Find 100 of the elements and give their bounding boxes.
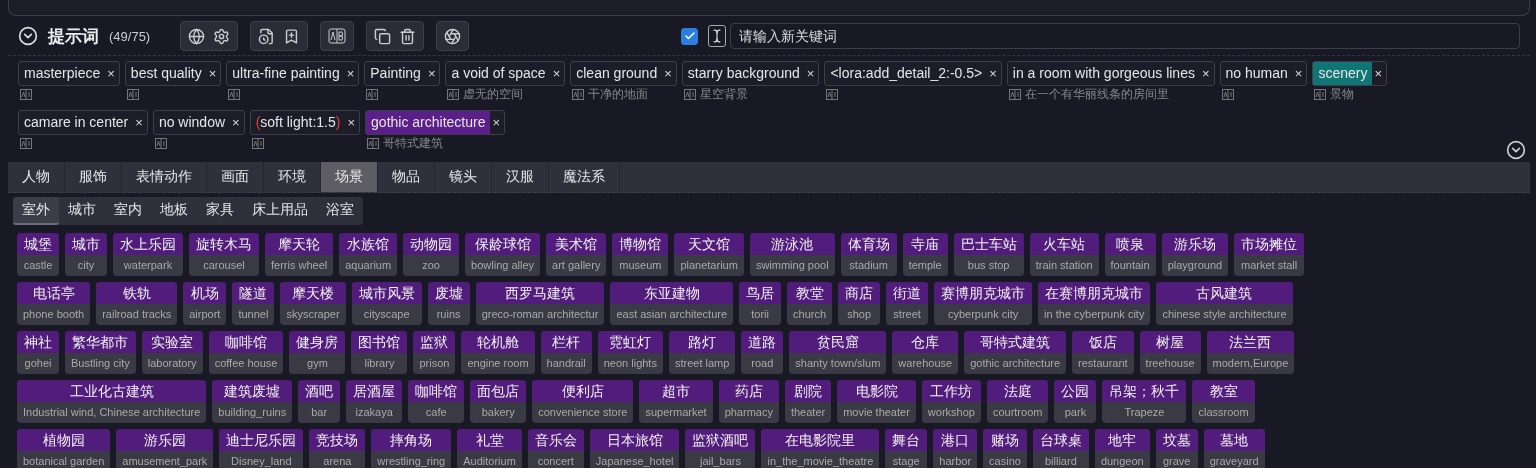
- keyword-chinese[interactable]: 台球桌: [1032, 429, 1089, 451]
- keyword-chinese[interactable]: 水族馆: [339, 233, 398, 255]
- keyword-english[interactable]: stage: [885, 451, 928, 468]
- keyword-english[interactable]: in_the_movie_theatre: [761, 451, 880, 468]
- keyword-chinese[interactable]: 游乐园: [116, 429, 214, 451]
- keyword-chinese[interactable]: 日本旅馆: [589, 429, 680, 451]
- keyword-english[interactable]: restaurant: [1072, 353, 1134, 374]
- keyword-english[interactable]: phone booth: [17, 304, 91, 325]
- keyword-chinese[interactable]: 东亚建物: [610, 282, 734, 304]
- category-tab[interactable]: 魔法系: [549, 162, 620, 192]
- keyword-chinese[interactable]: 监狱: [413, 331, 456, 353]
- remove-button[interactable]: ×: [230, 110, 244, 134]
- keyword-english[interactable]: shop: [838, 304, 881, 325]
- keyword-english[interactable]: building_ruins: [212, 402, 293, 423]
- keyword-english[interactable]: bakery: [470, 402, 527, 423]
- keyword-chinese[interactable]: 实验室: [141, 331, 203, 353]
- keyword-chinese[interactable]: 天文馆: [674, 233, 744, 255]
- prompt-tag[interactable]: gothic architecture ×: [365, 109, 506, 135]
- translate-icon[interactable]: [228, 89, 241, 100]
- keyword-english[interactable]: zoo: [403, 255, 460, 276]
- keyword-english[interactable]: theater: [784, 402, 832, 423]
- prompt-tag[interactable]: starry background ×: [681, 61, 820, 86]
- aperture-icon[interactable]: [444, 27, 462, 45]
- keyword-chinese[interactable]: 树屋: [1139, 331, 1201, 353]
- keyword-english[interactable]: greco-roman architectur: [475, 304, 605, 325]
- keyword-chinese[interactable]: 城堡: [17, 233, 59, 255]
- keyword-chinese[interactable]: 面包店: [470, 380, 527, 402]
- subcategory-tab[interactable]: 浴室: [317, 197, 363, 225]
- keyword-chinese[interactable]: 音乐会: [527, 429, 584, 451]
- prompt-tag[interactable]: scenery ×: [1312, 61, 1388, 86]
- translate-icon[interactable]: [1221, 89, 1234, 100]
- subcategory-tab[interactable]: 家具: [197, 197, 243, 225]
- translate-icon[interactable]: [447, 89, 460, 100]
- prompt-tag[interactable]: best quality ×: [124, 61, 222, 86]
- keyword-english[interactable]: swimming pool: [749, 255, 835, 276]
- prompt-tag[interactable]: a void of space ×: [445, 61, 566, 86]
- keyword-chinese[interactable]: 坟墓: [1155, 429, 1198, 451]
- copy-icon[interactable]: [374, 27, 392, 45]
- keyword-english[interactable]: library: [351, 353, 408, 374]
- keyword-english[interactable]: cityscape: [351, 304, 422, 325]
- keyword-english[interactable]: graveyard: [1203, 451, 1265, 468]
- text-cursor-icon[interactable]: [708, 25, 727, 47]
- keyword-chinese[interactable]: 市场摊位: [1234, 233, 1305, 255]
- remove-button[interactable]: ×: [133, 110, 147, 134]
- keyword-chinese[interactable]: 赛博朋克城市: [934, 282, 1033, 304]
- translate-icon[interactable]: [1314, 89, 1327, 100]
- category-tab[interactable]: 人物: [8, 162, 65, 192]
- keyword-chinese[interactable]: 保龄球馆: [465, 233, 541, 255]
- keyword-chinese[interactable]: 酒吧: [298, 380, 341, 402]
- remove-button[interactable]: ×: [105, 62, 119, 85]
- keyword-english[interactable]: grave: [1155, 451, 1198, 468]
- keyword-english[interactable]: pharmacy: [718, 402, 779, 423]
- keyword-chinese[interactable]: 鸟居: [739, 282, 782, 304]
- keyword-chinese[interactable]: 教室: [1192, 380, 1255, 402]
- keyword-chinese[interactable]: 在赛博朋克城市: [1038, 282, 1151, 304]
- keyword-english[interactable]: concert: [527, 451, 584, 468]
- translate-icon[interactable]: [572, 89, 585, 100]
- keyword-english[interactable]: Bustling city: [65, 353, 136, 374]
- keyword-english[interactable]: wrestling_ring: [371, 451, 452, 468]
- subcategory-tab[interactable]: 城市: [59, 197, 105, 225]
- keyword-english[interactable]: shanty town/slum: [789, 353, 887, 374]
- keyword-english[interactable]: laboratory: [141, 353, 203, 374]
- prompt-tag[interactable]: no human ×: [1219, 61, 1308, 86]
- keyword-english[interactable]: classroom: [1192, 402, 1255, 423]
- keyword-english[interactable]: playground: [1161, 255, 1229, 276]
- keyword-english[interactable]: city: [65, 255, 107, 276]
- keyword-english[interactable]: railroad tracks: [96, 304, 178, 325]
- keyword-english[interactable]: Trapeze: [1102, 402, 1187, 423]
- keyword-english[interactable]: art gallery: [546, 255, 607, 276]
- keyword-english[interactable]: billiard: [1032, 451, 1089, 468]
- keyword-english[interactable]: izakaya: [346, 402, 403, 423]
- subcategory-tab[interactable]: 室外: [13, 197, 59, 225]
- keyword-chinese[interactable]: 竞技场: [309, 429, 366, 451]
- translate-icon[interactable]: [1008, 89, 1021, 100]
- category-tab[interactable]: 表情动作: [122, 162, 207, 192]
- prompt-tag[interactable]: Painting ×: [364, 61, 441, 86]
- keyword-chinese[interactable]: 吊架；秋千: [1102, 380, 1187, 402]
- keyword-chinese[interactable]: 城市: [65, 233, 107, 255]
- keyword-chinese[interactable]: 神社: [17, 331, 59, 353]
- keyword-chinese[interactable]: 繁华都市: [65, 331, 136, 353]
- keyword-chinese[interactable]: 寺庙: [902, 233, 948, 255]
- keyword-chinese[interactable]: 迪士尼乐园: [219, 429, 304, 451]
- category-tab[interactable]: 物品: [378, 162, 435, 192]
- keyword-english[interactable]: treehouse: [1139, 353, 1201, 374]
- keyword-english[interactable]: bus stop: [953, 255, 1024, 276]
- keyword-chinese[interactable]: 墓地: [1203, 429, 1265, 451]
- remove-button[interactable]: ×: [345, 110, 360, 134]
- keyword-chinese[interactable]: 舞台: [885, 429, 928, 451]
- prompt-tag[interactable]: <lora:add_detail_2:-0.5> ×: [824, 61, 1002, 86]
- keyword-chinese[interactable]: 咖啡馆: [408, 380, 465, 402]
- keyword-english[interactable]: temple: [902, 255, 948, 276]
- keyword-english[interactable]: modern,Europe: [1206, 353, 1295, 374]
- translate-button[interactable]: [328, 27, 347, 45]
- keyword-chinese[interactable]: 西罗马建筑: [475, 282, 605, 304]
- keyword-chinese[interactable]: 霓虹灯: [597, 331, 663, 353]
- keyword-english[interactable]: bar: [298, 402, 341, 423]
- remove-button[interactable]: ×: [1372, 62, 1387, 85]
- keyword-english[interactable]: movie theater: [837, 402, 916, 423]
- translate-icon[interactable]: [367, 137, 380, 149]
- translate-icon[interactable]: [20, 137, 32, 149]
